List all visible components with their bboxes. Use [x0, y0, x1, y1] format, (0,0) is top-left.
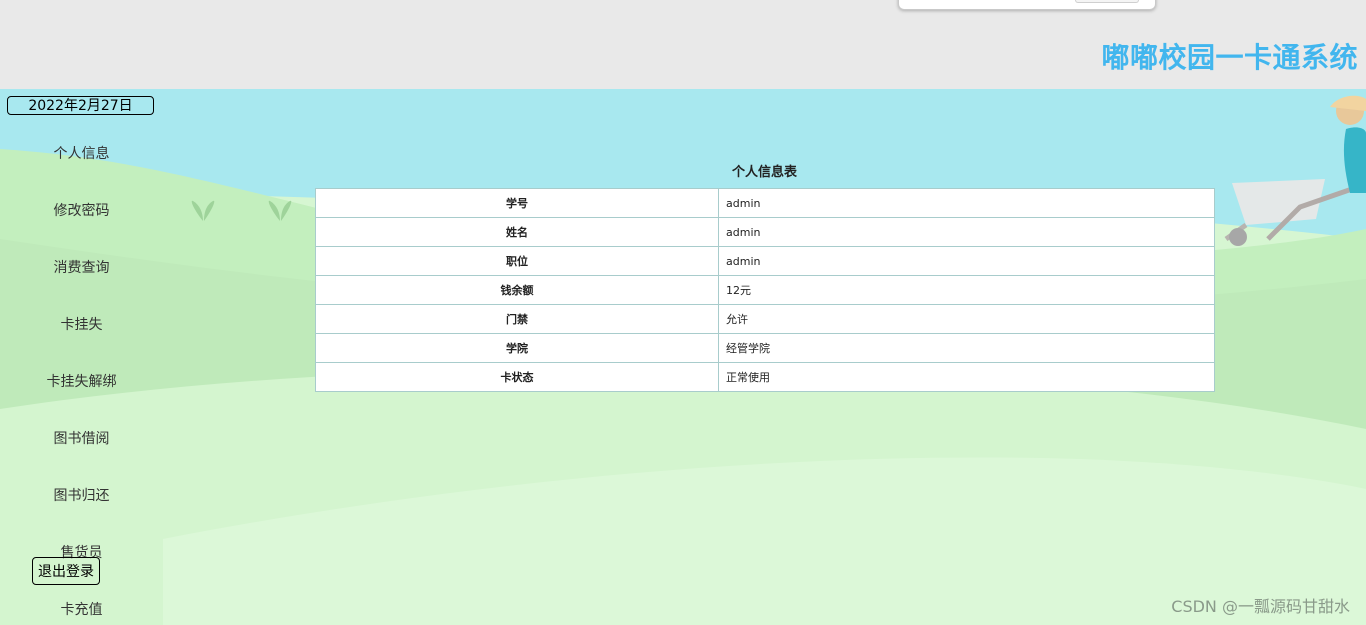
table-title: 个人信息表	[731, 165, 797, 180]
table-row: 钱余额 12元	[315, 275, 1215, 305]
row-key: 学号	[315, 188, 719, 218]
row-value: admin	[718, 188, 1215, 218]
sidebar-item-card-loss-unbind[interactable]: 卡挂失解绑	[0, 372, 163, 392]
table-row: 职位 admin	[315, 246, 1215, 276]
row-key: 职位	[315, 246, 719, 276]
watermark: CSDN @一瓢源码甘甜水	[1171, 597, 1350, 616]
table-row: 姓名 admin	[315, 217, 1215, 247]
row-key: 门禁	[315, 304, 719, 334]
sidebar: 2022年2月27日 个人信息 修改密码 消费查询 卡挂失 卡挂失解绑 图书借阅…	[0, 89, 163, 625]
sidebar-item-book-return[interactable]: 图书归还	[0, 486, 163, 506]
header-bar: 嘟嘟校园一卡通系统	[0, 0, 1366, 89]
date-display: 2022年2月27日	[7, 96, 154, 115]
row-value: 12元	[718, 275, 1215, 305]
popup-dialog-edge	[898, 0, 1156, 10]
row-key: 卡状态	[315, 362, 719, 392]
sidebar-item-card-loss[interactable]: 卡挂失	[0, 315, 163, 335]
popup-button[interactable]	[1075, 0, 1139, 3]
row-value: 正常使用	[718, 362, 1215, 392]
table-row: 学院 经管学院	[315, 333, 1215, 363]
sidebar-item-book-borrow[interactable]: 图书借阅	[0, 429, 163, 449]
row-key: 学院	[315, 333, 719, 363]
row-value: 允许	[718, 304, 1215, 334]
row-key: 钱余额	[315, 275, 719, 305]
personal-info-table: 学号 admin 姓名 admin 职位 admin 钱余额 12元 门禁 允许…	[315, 188, 1215, 392]
page: 嘟嘟校园一卡通系统 2022年2月27日 个人信息 修改密码 消费查询 卡挂失	[0, 0, 1366, 625]
sidebar-item-personal-info[interactable]: 个人信息	[0, 144, 163, 164]
sidebar-item-card-recharge[interactable]: 卡充值	[0, 600, 163, 620]
app-title: 嘟嘟校园一卡通系统	[1101, 41, 1358, 74]
row-value: 经管学院	[718, 333, 1215, 363]
sidebar-item-change-password[interactable]: 修改密码	[0, 201, 163, 221]
table-row: 门禁 允许	[315, 304, 1215, 334]
logout-button[interactable]: 退出登录	[32, 557, 100, 585]
table-row: 学号 admin	[315, 188, 1215, 218]
sidebar-item-consumption-query[interactable]: 消费查询	[0, 258, 163, 278]
row-value: admin	[718, 217, 1215, 247]
table-row: 卡状态 正常使用	[315, 362, 1215, 392]
row-key: 姓名	[315, 217, 719, 247]
row-value: admin	[718, 246, 1215, 276]
main-content: 个人信息表 学号 admin 姓名 admin 职位 admin 钱余额 12元	[163, 89, 1366, 625]
